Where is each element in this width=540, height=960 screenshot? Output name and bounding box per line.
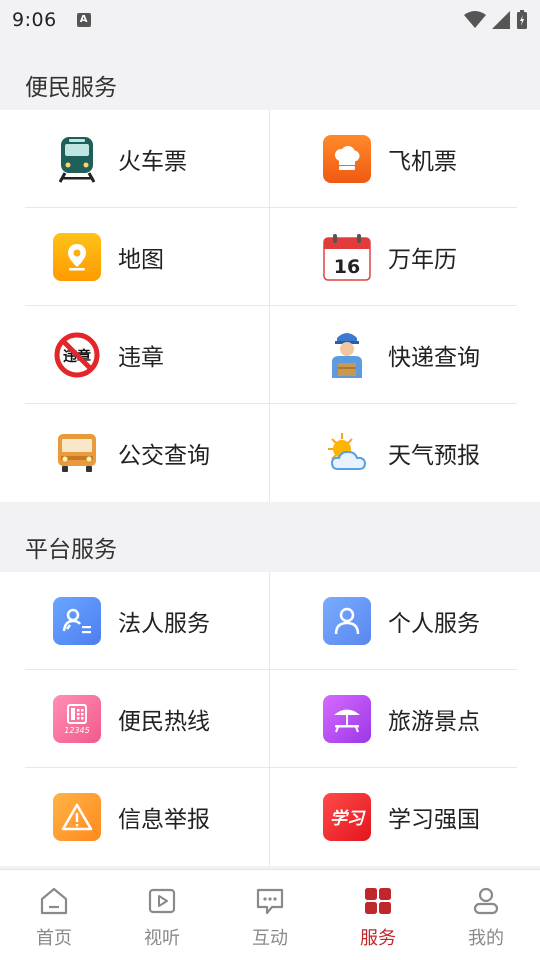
wifi-icon (464, 11, 486, 28)
service-label: 飞机票 (388, 149, 457, 175)
grid-icon (361, 884, 395, 918)
service-label: 地图 (118, 247, 164, 273)
courier-icon (323, 331, 371, 379)
service-personal[interactable]: 个人服务 (270, 572, 540, 670)
service-train-ticket[interactable]: 火车票 (0, 110, 270, 208)
service-label: 天气预报 (388, 443, 480, 469)
user-icon (469, 884, 503, 918)
warning-icon (53, 793, 101, 841)
section-title-platform: 平台服务 (0, 502, 540, 572)
tab-label: 首页 (36, 928, 72, 949)
convenience-services-grid: 火车票 飞机票 地图 16 万年历 违章 快递查询 公交查询 天气预报 (0, 110, 540, 502)
service-label: 法人服务 (118, 611, 210, 637)
platform-services-grid: 法人服务 个人服务 12345 便民热线 旅游景点 信息举报 学习 学习强国 (0, 572, 540, 866)
service-label: 信息举报 (118, 807, 210, 833)
service-label: 万年历 (388, 247, 457, 273)
train-icon (53, 135, 101, 183)
bus-icon (53, 429, 101, 477)
service-map[interactable]: 地图 (0, 208, 270, 306)
bottom-tab-bar: 首页 视听 互动 服务 我的 (0, 869, 540, 960)
calendar-icon: 16 (323, 233, 371, 281)
service-label: 快递查询 (388, 345, 480, 371)
service-violation[interactable]: 违章 违章 (0, 306, 270, 404)
service-weather[interactable]: 天气预报 (270, 404, 540, 502)
tab-mine[interactable]: 我的 (432, 870, 540, 960)
signal-icon (492, 11, 510, 29)
status-time: 9:06 (12, 9, 57, 31)
tab-label: 我的 (468, 928, 504, 949)
person-icon (323, 597, 371, 645)
service-bus[interactable]: 公交查询 (0, 404, 270, 502)
xuexi-icon-text: 学习 (330, 809, 366, 829)
map-pin-icon (53, 233, 101, 281)
calendar-day-text: 16 (334, 256, 360, 278)
violation-icon: 违章 (53, 331, 101, 379)
tab-label: 服务 (360, 928, 396, 949)
tab-media[interactable]: 视听 (108, 870, 216, 960)
notification-icon: A (76, 13, 91, 27)
tab-interact[interactable]: 互动 (216, 870, 324, 960)
service-label: 便民热线 (118, 709, 210, 735)
status-bar: 9:06 A (0, 0, 540, 40)
service-hotline[interactable]: 12345 便民热线 (0, 670, 270, 768)
service-report[interactable]: 信息举报 (0, 768, 270, 866)
service-calendar[interactable]: 16 万年历 (270, 208, 540, 306)
tab-label: 互动 (252, 928, 288, 949)
hotline-icon: 12345 (53, 695, 101, 743)
battery-icon (517, 10, 527, 29)
service-xuexi[interactable]: 学习 学习强国 (270, 768, 540, 866)
play-icon (145, 884, 179, 918)
tab-label: 视听 (144, 928, 180, 949)
service-label: 旅游景点 (388, 709, 480, 735)
section-title-convenience: 便民服务 (0, 40, 540, 110)
service-legal-person[interactable]: 法人服务 (0, 572, 270, 670)
service-label: 学习强国 (388, 807, 480, 833)
service-tourism[interactable]: 旅游景点 (270, 670, 540, 768)
tab-home[interactable]: 首页 (0, 870, 108, 960)
chat-icon (253, 884, 287, 918)
hotline-number-text: 12345 (64, 726, 89, 735)
service-label: 违章 (118, 345, 164, 371)
home-icon (37, 884, 71, 918)
legal-person-icon (53, 597, 101, 645)
service-label: 个人服务 (388, 611, 480, 637)
tab-services[interactable]: 服务 (324, 870, 432, 960)
xuexi-icon: 学习 (323, 793, 371, 841)
weather-icon (323, 429, 371, 477)
service-courier[interactable]: 快递查询 (270, 306, 540, 404)
service-flight-ticket[interactable]: 飞机票 (270, 110, 540, 208)
chef-hat-icon (323, 135, 371, 183)
tourism-icon (323, 695, 371, 743)
service-label: 火车票 (118, 149, 187, 175)
service-label: 公交查询 (118, 443, 210, 469)
